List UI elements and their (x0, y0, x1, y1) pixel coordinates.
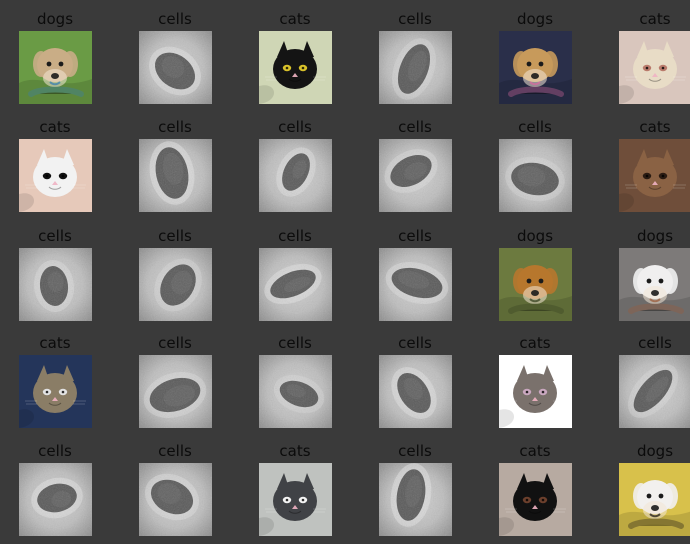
grid-tile: cells (0, 440, 110, 544)
grid-tile: cells (600, 332, 690, 436)
tile-label: cells (278, 227, 312, 245)
grid-tile: dogs (480, 225, 590, 329)
grid-tile: cats (480, 332, 590, 436)
tile-label: cats (279, 10, 311, 28)
tile-label: dogs (36, 10, 74, 28)
tile-label: cats (519, 334, 551, 352)
tile-label: dogs (636, 227, 674, 245)
cell-image-icon (379, 139, 452, 212)
tile-label: cats (39, 334, 71, 352)
cell-image-icon (259, 355, 332, 428)
cat-image-icon (259, 31, 332, 104)
cell-image-icon (19, 463, 92, 536)
tile-label: cells (38, 227, 72, 245)
cell-image-icon (139, 139, 212, 212)
grid-tile: cells (120, 440, 230, 544)
dog-image-icon (619, 463, 690, 536)
cell-image-icon (139, 355, 212, 428)
tile-label: dogs (516, 10, 554, 28)
tile-label: cells (158, 118, 192, 136)
grid-tile: cells (480, 116, 590, 220)
tile-label: cells (158, 442, 192, 460)
tile-label: cells (158, 334, 192, 352)
grid-tile: cells (120, 8, 230, 112)
tile-label: cells (398, 227, 432, 245)
tile-label: cells (518, 118, 552, 136)
grid-tile: cells (240, 332, 350, 436)
tile-label: cells (398, 442, 432, 460)
cell-image-icon (379, 355, 452, 428)
cat-image-icon (259, 463, 332, 536)
grid-tile: cells (240, 225, 350, 329)
image-grid: dogs cells cats cells dogs cats cats cel… (0, 0, 690, 544)
tile-label: cells (38, 442, 72, 460)
cell-image-icon (139, 463, 212, 536)
cat-image-icon (499, 355, 572, 428)
tile-label: cells (278, 334, 312, 352)
grid-tile: cells (0, 225, 110, 329)
cell-image-icon (379, 463, 452, 536)
grid-tile: cats (480, 440, 590, 544)
grid-tile: cells (120, 116, 230, 220)
cell-image-icon (19, 248, 92, 321)
tile-label: cells (158, 227, 192, 245)
tile-label: cells (398, 10, 432, 28)
grid-tile: cats (240, 440, 350, 544)
grid-tile: cats (0, 332, 110, 436)
cell-image-icon (379, 31, 452, 104)
tile-label: cells (158, 10, 192, 28)
cell-image-icon (499, 139, 572, 212)
grid-tile: cells (360, 8, 470, 112)
grid-tile: cats (0, 116, 110, 220)
grid-tile: cats (600, 116, 690, 220)
cell-image-icon (139, 31, 212, 104)
tile-label: cats (519, 442, 551, 460)
dog-image-icon (19, 31, 92, 104)
cat-image-icon (619, 31, 690, 104)
tile-label: cats (279, 442, 311, 460)
grid-tile: cells (360, 225, 470, 329)
tile-label: cells (398, 118, 432, 136)
cell-image-icon (259, 248, 332, 321)
grid-tile: cats (240, 8, 350, 112)
grid-tile: cells (360, 116, 470, 220)
grid-tile: dogs (600, 440, 690, 544)
tile-label: cats (39, 118, 71, 136)
grid-tile: cats (600, 8, 690, 112)
tile-label: dogs (516, 227, 554, 245)
cat-image-icon (499, 463, 572, 536)
tile-label: cells (638, 334, 672, 352)
grid-tile: dogs (0, 8, 110, 112)
grid-tile: dogs (480, 8, 590, 112)
grid-tile: cells (360, 332, 470, 436)
grid-tile: cells (120, 332, 230, 436)
dog-image-icon (499, 31, 572, 104)
tile-label: cells (398, 334, 432, 352)
cell-image-icon (259, 139, 332, 212)
cell-image-icon (379, 248, 452, 321)
cell-image-icon (139, 248, 212, 321)
dog-image-icon (619, 248, 690, 321)
cell-image-icon (619, 355, 690, 428)
tile-label: cells (278, 118, 312, 136)
tile-label: dogs (636, 442, 674, 460)
grid-tile: cells (360, 440, 470, 544)
dog-image-icon (499, 248, 572, 321)
grid-tile: dogs (600, 225, 690, 329)
tile-label: cats (639, 10, 671, 28)
cat-image-icon (19, 139, 92, 212)
grid-tile: cells (240, 116, 350, 220)
grid-tile: cells (120, 225, 230, 329)
tile-label: cats (639, 118, 671, 136)
cat-image-icon (19, 355, 92, 428)
cat-image-icon (619, 139, 690, 212)
